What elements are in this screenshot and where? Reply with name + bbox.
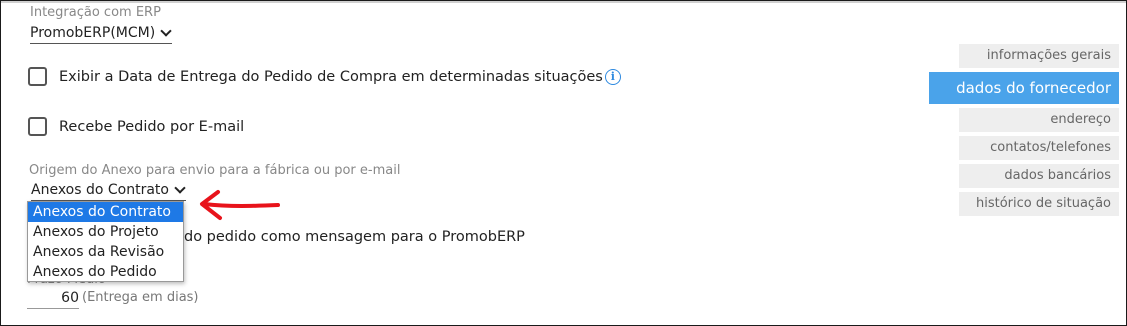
erp-select[interactable]: PromobERP(MCM) (30, 23, 173, 44)
top-divider (1, 1, 1126, 3)
nav-item-dados-bancarios[interactable]: dados bancários (959, 164, 1119, 188)
info-icon[interactable]: i (604, 68, 621, 85)
section-nav: informações gerais dados do fornecedor e… (929, 44, 1119, 220)
email-checkbox[interactable] (28, 117, 47, 136)
dropdown-option-contrato[interactable]: Anexos do Contrato (28, 202, 183, 222)
erp-label: Integração com ERP (30, 5, 161, 20)
data-entrega-label: Exibir a Data de Entrega do Pedido de Co… (59, 68, 603, 85)
data-entrega-checkbox[interactable] (28, 67, 47, 86)
anexo-select[interactable]: Anexos do Contrato (31, 180, 186, 201)
dropdown-option-projeto[interactable]: Anexos do Projeto (28, 222, 183, 242)
email-option[interactable]: Recebe Pedido por E-mail (28, 117, 244, 136)
nav-item-endereco[interactable]: endereço (959, 108, 1119, 132)
anexo-label: Origem do Anexo para envio para a fábric… (29, 163, 401, 178)
nav-item-informacoes-gerais[interactable]: informações gerais (959, 44, 1119, 68)
erp-select-value: PromobERP(MCM) (30, 25, 156, 41)
dropdown-option-pedido[interactable]: Anexos do Pedido (28, 262, 183, 282)
data-entrega-option[interactable]: Exibir a Data de Entrega do Pedido de Co… (28, 67, 621, 86)
nav-item-historico[interactable]: histórico de situação (959, 192, 1119, 216)
nav-item-contatos[interactable]: contatos/telefones (959, 136, 1119, 160)
email-label: Recebe Pedido por E-mail (59, 118, 245, 135)
dropdown-option-revisao[interactable]: Anexos da Revisão (28, 242, 183, 262)
chevron-down-icon (160, 25, 172, 37)
prazo-input[interactable]: 60 (27, 290, 79, 309)
prazo-unit: (Entrega em dias) (82, 290, 199, 305)
mensagem-option-label: do pedido como mensagem para o PromobERP (184, 229, 525, 245)
annotation-arrow-icon (200, 190, 280, 220)
anexo-dropdown-list[interactable]: Anexos do Contrato Anexos do Projeto Ane… (27, 201, 184, 282)
chevron-down-icon (174, 182, 186, 194)
anexo-select-value: Anexos do Contrato (31, 182, 169, 198)
nav-item-dados-fornecedor[interactable]: dados do fornecedor (929, 72, 1119, 104)
